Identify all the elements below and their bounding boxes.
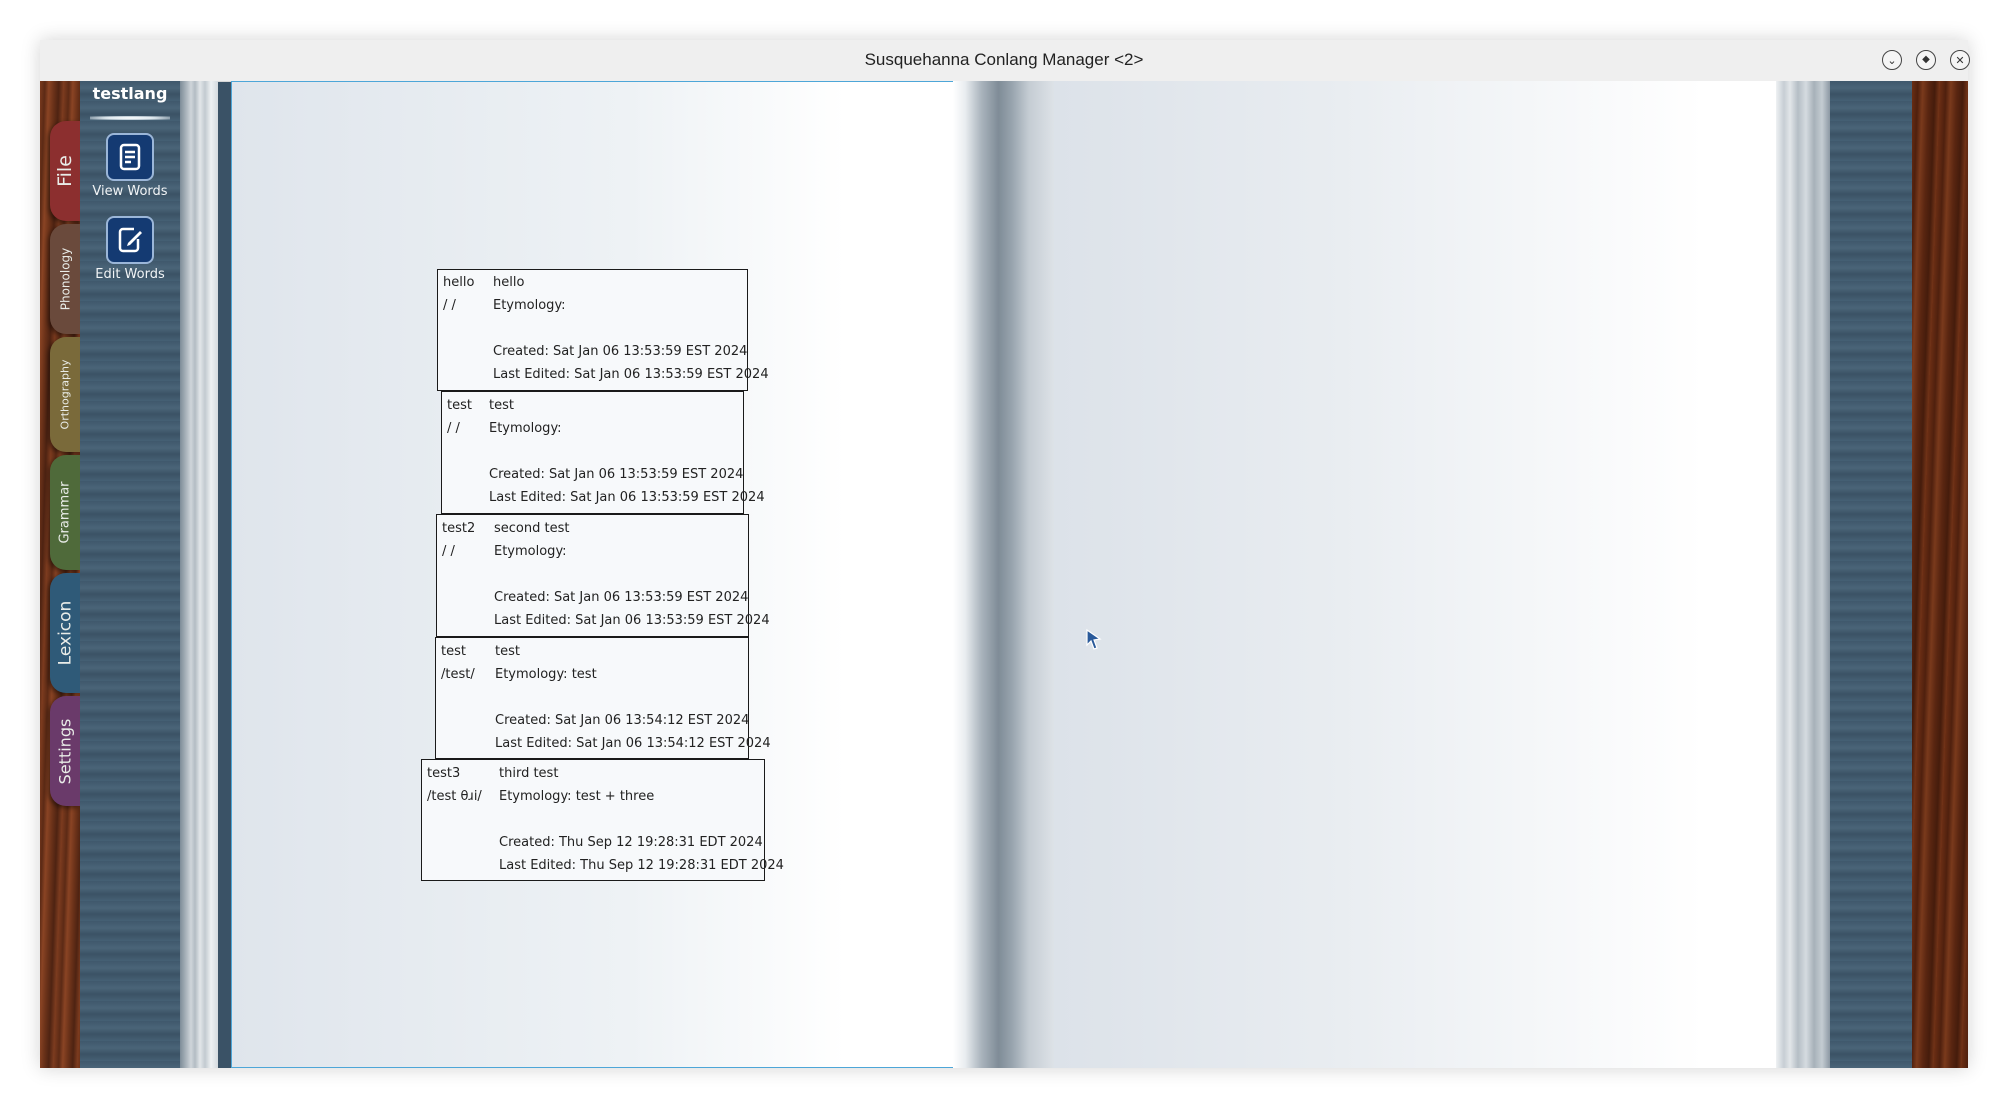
entry-word: test2 xyxy=(442,521,476,536)
right-page[interactable] xyxy=(1054,81,1776,1068)
entry-etymology: Etymology: xyxy=(493,298,566,313)
entry-meaning: third test xyxy=(499,766,559,781)
tab-phonology[interactable]: Phonology xyxy=(50,224,80,334)
book-page-edges-left xyxy=(180,81,218,1068)
entry-pronunciation: / / xyxy=(443,298,456,313)
entry-last-edited: Last Edited: Thu Sep 12 19:28:31 EDT 202… xyxy=(499,858,784,873)
edit-words-label: Edit Words xyxy=(95,267,165,282)
entry-word: test xyxy=(447,398,472,413)
view-words-label: View Words xyxy=(92,184,168,199)
entry-created: Created: Sat Jan 06 13:53:59 EST 2024 xyxy=(494,590,749,605)
lexicon-entry[interactable]: test3 /test θɹi/ third test Etymology: t… xyxy=(421,759,784,881)
entry-meaning: test xyxy=(489,398,514,413)
entry-etymology: Etymology: xyxy=(494,544,567,559)
tab-settings[interactable]: Settings xyxy=(50,696,80,806)
lexicon-entry[interactable]: test / / test Etymology: Created: Sat Ja… xyxy=(441,391,765,514)
sidebar: testlang View Words Edit Words xyxy=(80,81,180,1068)
edit-words-button[interactable]: Edit Words xyxy=(80,216,180,282)
chevron-down-icon: ⌄ xyxy=(1887,53,1897,67)
mouse-cursor-icon xyxy=(1085,628,1103,654)
tab-orthography[interactable]: Orthography xyxy=(50,337,80,452)
entry-pronunciation: / / xyxy=(447,421,460,436)
entry-meaning: second test xyxy=(494,521,570,536)
lexicon-entry[interactable]: hello / / hello Etymology: Created: Sat … xyxy=(437,269,769,391)
edit-words-icon xyxy=(106,216,154,264)
entry-word: test xyxy=(441,644,466,659)
entry-pronunciation: /test/ xyxy=(441,667,475,682)
title-bar[interactable]: Susquehanna Conlang Manager <2> ⌄ ◆ ✕ xyxy=(40,40,1970,82)
book-spine xyxy=(953,81,1054,1068)
app-window: Susquehanna Conlang Manager <2> ⌄ ◆ ✕ Fi… xyxy=(40,40,1970,1068)
right-panel xyxy=(1830,81,1912,1068)
lexicon-entry[interactable]: test2 / / second test Etymology: Created… xyxy=(436,514,770,637)
view-words-icon xyxy=(106,133,154,181)
entry-last-edited: Last Edited: Sat Jan 06 13:53:59 EST 202… xyxy=(489,490,765,505)
minimize-button[interactable]: ⌄ xyxy=(1882,50,1902,70)
tab-file[interactable]: File xyxy=(50,121,80,221)
entry-meaning: hello xyxy=(493,275,525,290)
entry-created: Created: Sat Jan 06 13:53:59 EST 2024 xyxy=(493,344,748,359)
lexicon-entry[interactable]: test /test/ test Etymology: test Created… xyxy=(435,637,771,759)
entry-meaning: test xyxy=(495,644,520,659)
entry-etymology: Etymology: test xyxy=(495,667,597,682)
project-name: testlang xyxy=(92,84,168,103)
close-button[interactable]: ✕ xyxy=(1950,50,1970,70)
app-content: File Phonology Orthography Grammar Lexic… xyxy=(40,81,1968,1068)
window-title: Susquehanna Conlang Manager <2> xyxy=(864,50,1144,69)
book-page-edges-right xyxy=(1776,81,1830,1068)
entry-pronunciation: /test θɹi/ xyxy=(427,789,482,804)
entry-last-edited: Last Edited: Sat Jan 06 13:53:59 EST 202… xyxy=(494,613,770,628)
sidebar-divider xyxy=(90,116,170,120)
entry-etymology: Etymology: xyxy=(489,421,562,436)
entry-word: test3 xyxy=(427,766,461,781)
diamond-icon: ◆ xyxy=(1922,54,1930,65)
entry-etymology: Etymology: test + three xyxy=(499,789,655,804)
tab-grammar[interactable]: Grammar xyxy=(50,455,80,570)
entry-last-edited: Last Edited: Sat Jan 06 13:53:59 EST 202… xyxy=(493,367,769,382)
entry-last-edited: Last Edited: Sat Jan 06 13:54:12 EST 202… xyxy=(495,736,771,751)
entry-created: Created: Thu Sep 12 19:28:31 EDT 2024 xyxy=(499,835,763,850)
left-page[interactable]: hello / / hello Etymology: Created: Sat … xyxy=(231,81,955,1068)
close-icon: ✕ xyxy=(1955,53,1965,67)
entry-created: Created: Sat Jan 06 13:54:12 EST 2024 xyxy=(495,713,750,728)
wood-panel-right xyxy=(1912,81,1968,1068)
entry-pronunciation: / / xyxy=(442,544,455,559)
view-words-button[interactable]: View Words xyxy=(80,133,180,199)
entry-created: Created: Sat Jan 06 13:53:59 EST 2024 xyxy=(489,467,744,482)
maximize-button[interactable]: ◆ xyxy=(1916,50,1936,70)
entry-word: hello xyxy=(443,275,475,290)
tab-lexicon[interactable]: Lexicon xyxy=(50,573,80,693)
